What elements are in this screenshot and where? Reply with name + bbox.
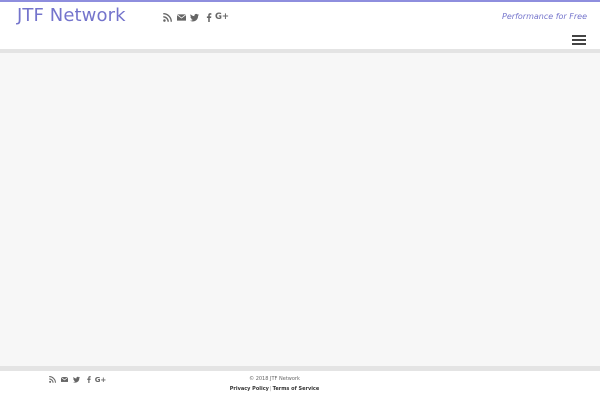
- facebook-icon[interactable]: [202, 12, 215, 22]
- hamburger-line: [572, 43, 586, 45]
- twitter-icon[interactable]: [188, 12, 201, 22]
- main-content-area: [0, 53, 600, 366]
- hamburger-line: [572, 35, 586, 37]
- privacy-policy-link[interactable]: Privacy Policy: [230, 386, 269, 392]
- google-plus-icon[interactable]: G+: [215, 12, 229, 22]
- hamburger-line: [572, 39, 586, 41]
- header-social-links: G+: [161, 12, 230, 22]
- site-title-link[interactable]: JTF Network: [17, 5, 126, 26]
- site-tagline: Performance for Free: [502, 12, 587, 21]
- footer-legal-links: Privacy Policy|Terms of Service: [0, 386, 549, 392]
- copyright-text: © 2018 JTF Network: [249, 376, 300, 382]
- site-footer: G+ © 2018 JTF Network Privacy Policy|Ter…: [0, 371, 600, 400]
- rss-icon[interactable]: [161, 12, 174, 22]
- terms-of-service-link[interactable]: Terms of Service: [273, 386, 320, 392]
- envelope-icon[interactable]: [175, 12, 188, 22]
- site-header: JTF Network G+ Performance for Free: [0, 2, 600, 49]
- menu-toggle-button[interactable]: [572, 35, 586, 45]
